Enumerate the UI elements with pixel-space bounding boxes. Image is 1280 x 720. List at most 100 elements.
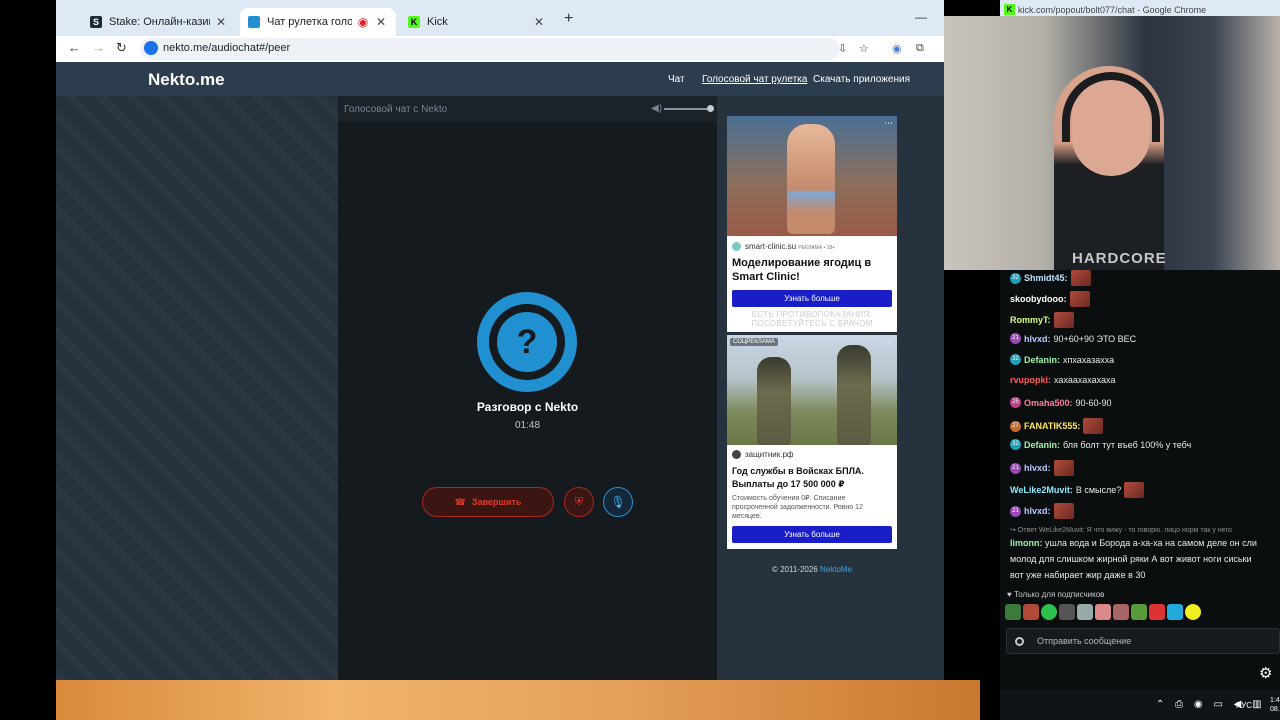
emote-icon[interactable] xyxy=(1095,604,1111,620)
extensions-puzzle-icon[interactable]: ⧉ xyxy=(916,42,924,55)
chat-username[interactable]: limonn: xyxy=(1010,538,1043,548)
chat-username[interactable]: Shmidt45: xyxy=(1024,273,1068,283)
emote-icon xyxy=(1053,460,1074,476)
volume-icon[interactable]: ◀) xyxy=(651,103,662,114)
back-icon[interactable]: ← xyxy=(68,40,81,55)
chat-text: хпхахазахха xyxy=(1063,354,1115,365)
emote-bar xyxy=(1005,604,1201,620)
ad-image[interactable]: СОЦРЕКЛАМА ⋯ xyxy=(727,335,897,445)
emote-icon[interactable] xyxy=(1041,604,1057,620)
tab-nekto[interactable]: Чат рулетка голосовая — ◉ ✕ xyxy=(240,8,396,36)
left-background xyxy=(56,96,338,680)
chat-username[interactable]: hlvxd: xyxy=(1024,334,1051,344)
language-indicator[interactable]: РУС xyxy=(1236,701,1252,710)
emote-icon[interactable] xyxy=(1131,604,1147,620)
emote-icon[interactable] xyxy=(1023,604,1039,620)
subscriber-badge-icon: 32 xyxy=(1010,439,1021,450)
extension-icon[interactable]: ◉ xyxy=(892,42,902,55)
new-tab-icon[interactable]: + xyxy=(564,10,573,28)
emote-icon xyxy=(1069,291,1090,307)
ad-image[interactable]: ⋯ xyxy=(727,116,897,236)
chat-username[interactable]: Defanin: xyxy=(1024,440,1060,450)
more-icon[interactable]: ⋯ xyxy=(884,337,893,348)
bookmark-star-icon[interactable]: ☆ xyxy=(859,42,869,55)
chat-message: rvupopki: хахаахахахаха xyxy=(1010,375,1115,385)
chat-username[interactable]: WeLike2Muvit: xyxy=(1010,485,1073,495)
tab-strip: S Stake: Онлайн-казино и ставки ✕ Чат ру… xyxy=(56,0,944,36)
tab-kick[interactable]: K Kick ✕ xyxy=(400,8,554,36)
emote-icon[interactable] xyxy=(1113,604,1129,620)
emote-icon[interactable] xyxy=(1149,604,1165,620)
hang-up-icon: ☎ xyxy=(454,496,466,507)
social-ad-badge: СОЦРЕКЛАМА xyxy=(730,338,778,346)
chat-username[interactable]: skoobydooo: xyxy=(1010,294,1067,304)
subscribers-only-notice: ♥ Только для подписчиков xyxy=(1007,590,1105,599)
reload-icon[interactable]: ↻ xyxy=(116,40,127,56)
chat-username[interactable]: Omaha500: xyxy=(1024,398,1073,408)
nav-voice-roulette[interactable]: Голосовой чат рулетка xyxy=(702,74,807,85)
mic-button[interactable]: 🎙 xyxy=(603,487,633,517)
install-icon[interactable]: ⇩ xyxy=(838,42,847,55)
close-icon[interactable]: ✕ xyxy=(374,15,388,29)
emote-icon[interactable] xyxy=(1185,604,1201,620)
chat-username[interactable]: FANATIK555: xyxy=(1024,421,1080,431)
ad-source[interactable]: защитник.рф xyxy=(732,450,793,460)
source-icon xyxy=(732,242,741,252)
ad-learn-more-button[interactable]: Узнать больше xyxy=(732,290,892,307)
chat-username[interactable]: rvupopki: xyxy=(1010,375,1051,385)
ad-smart-clinic[interactable]: ⋯ smart-clinic.su РЕКЛАМА • 18+ Моделиро… xyxy=(727,116,897,332)
minimize-icon[interactable]: — xyxy=(915,10,927,24)
forward-icon[interactable]: → xyxy=(92,40,105,55)
emote-icon[interactable] xyxy=(1077,604,1093,620)
chat-username[interactable]: hlvxd: xyxy=(1024,463,1051,473)
copyright-link[interactable]: NektoMe xyxy=(820,565,852,574)
subscriber-badge-icon: 25 xyxy=(1010,397,1021,408)
nav-download-apps[interactable]: Скачать приложения xyxy=(813,74,910,85)
subscriber-badge-icon: 32 xyxy=(1010,354,1021,365)
volume-slider[interactable] xyxy=(664,108,710,110)
chat-text: хахаахахахаха xyxy=(1054,375,1116,385)
ad-headline[interactable]: Моделирование ягодиц в Smart Clinic! xyxy=(732,256,892,284)
ad-description: Стоимость обучения 0₽. Списание просроче… xyxy=(732,495,863,520)
chat-message: 32 Defanin: бля болт тут въеб 100% у тебч xyxy=(1010,439,1191,450)
call-timer: 01:48 xyxy=(514,420,541,431)
site-logo[interactable]: Nekto.me xyxy=(148,70,225,90)
close-icon[interactable]: ✕ xyxy=(532,15,546,29)
emote-icon[interactable] xyxy=(1005,604,1021,620)
more-icon[interactable]: ⋯ xyxy=(884,118,893,129)
ad-defender[interactable]: СОЦРЕКЛАМА ⋯ защитник.рф Год службы в Во… xyxy=(727,335,897,549)
mic-site-icon[interactable] xyxy=(144,41,158,55)
chat-username[interactable]: Defanin: xyxy=(1024,355,1060,365)
emoji-icon[interactable] xyxy=(1015,637,1024,646)
clock[interactable]: 1:408.0 xyxy=(1270,696,1280,714)
close-icon[interactable]: ✕ xyxy=(214,15,228,29)
chat-message: 25 Omaha500: 90-60-90 xyxy=(1010,397,1112,408)
ad-learn-more-button[interactable]: Узнать больше xyxy=(732,526,892,543)
voice-chat-panel: Голосовой чат с Nekto ◀) ? Разговор с Ne… xyxy=(338,96,717,680)
emote-icon[interactable] xyxy=(1059,604,1075,620)
chat-message-long: limonn: ушла вода и Борода а-ха-ха на са… xyxy=(1010,538,1257,580)
subscriber-badge-icon: 21 xyxy=(1010,462,1021,474)
send-message-input[interactable]: Отправить сообщение xyxy=(1006,628,1280,654)
chat-text: бля болт тут въеб 100% у тебч xyxy=(1063,439,1192,450)
gear-icon[interactable]: ⚙ xyxy=(1259,664,1272,682)
chat-text: 90-60-90 xyxy=(1075,397,1112,408)
chat-username[interactable]: RommyT: xyxy=(1010,315,1051,325)
end-call-button[interactable]: ☎ Завершить xyxy=(422,487,554,517)
emote-icon[interactable] xyxy=(1167,604,1183,620)
tab-stake[interactable]: S Stake: Онлайн-казино и ставки ✕ xyxy=(82,8,236,36)
send-placeholder[interactable]: Отправить сообщение xyxy=(1037,636,1131,646)
report-button[interactable]: ⛨ xyxy=(564,487,594,517)
nav-chat[interactable]: Чат xyxy=(668,74,685,85)
chat-username[interactable]: hlvxd: xyxy=(1024,506,1051,516)
ad-source[interactable]: smart-clinic.su РЕКЛАМА • 18+ xyxy=(732,242,835,252)
ad-headline[interactable]: Год службы в Войсках БПЛА. Выплаты до 17… xyxy=(732,465,892,491)
chat-message: WeLike2Muvit: В смысле? xyxy=(1010,482,1145,498)
source-icon xyxy=(732,450,741,460)
chat-text: В смысле? xyxy=(1075,485,1122,495)
microphone-icon: 🎙 xyxy=(610,495,626,509)
browser-window: S Stake: Онлайн-казино и ставки ✕ Чат ру… xyxy=(56,0,944,680)
volume-knob[interactable] xyxy=(707,105,714,112)
url-text[interactable]: nekto.me/audiochat#/peer xyxy=(163,42,290,54)
chat-header: Голосовой чат с Nekto ◀) xyxy=(338,96,717,122)
